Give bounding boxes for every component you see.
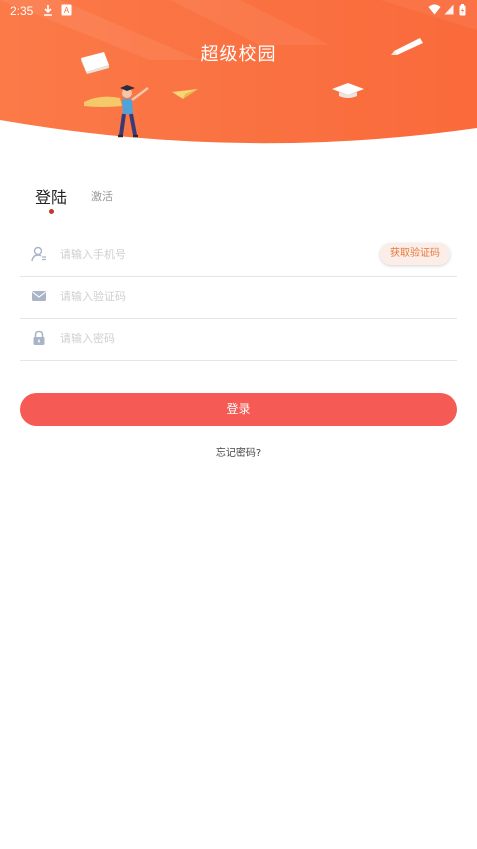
download-icon [42, 4, 54, 20]
graduate-figure-icon [82, 84, 154, 144]
password-input[interactable] [60, 328, 360, 348]
get-code-button[interactable]: 获取验证码 [380, 243, 450, 265]
svg-text:A: A [64, 6, 70, 15]
login-screen: 2:35 A 超级校园 登陆 激活 请输入手机号 获取验证码 请输入验证码 登录… [0, 0, 477, 849]
verification-code-row [20, 276, 457, 319]
mail-icon [31, 288, 47, 304]
lock-icon [31, 330, 47, 346]
pencil-icon [390, 35, 426, 59]
active-tab-indicator [49, 209, 54, 214]
notification-a-icon: A [61, 4, 72, 19]
forgot-password-link[interactable]: 忘记密码? [0, 444, 477, 459]
battery-icon [459, 4, 466, 19]
tab-login[interactable]: 登陆 [35, 184, 67, 208]
header-banner: 2:35 A 超级校园 [0, 0, 477, 145]
verification-code-input[interactable] [60, 286, 360, 306]
login-button[interactable]: 登录 [20, 393, 457, 426]
password-row [20, 318, 457, 361]
status-bar: 2:35 A [0, 0, 477, 22]
book-icon [78, 50, 112, 78]
signal-icon [444, 4, 454, 18]
tab-activate[interactable]: 激活 [91, 188, 113, 204]
graduation-cap-icon [330, 80, 366, 104]
status-time: 2:35 [10, 4, 34, 18]
paper-plane-icon [171, 86, 199, 105]
phone-input[interactable] [60, 244, 360, 264]
user-icon [31, 246, 47, 262]
phone-row: 获取验证码 [20, 234, 457, 277]
wifi-icon [428, 4, 441, 18]
